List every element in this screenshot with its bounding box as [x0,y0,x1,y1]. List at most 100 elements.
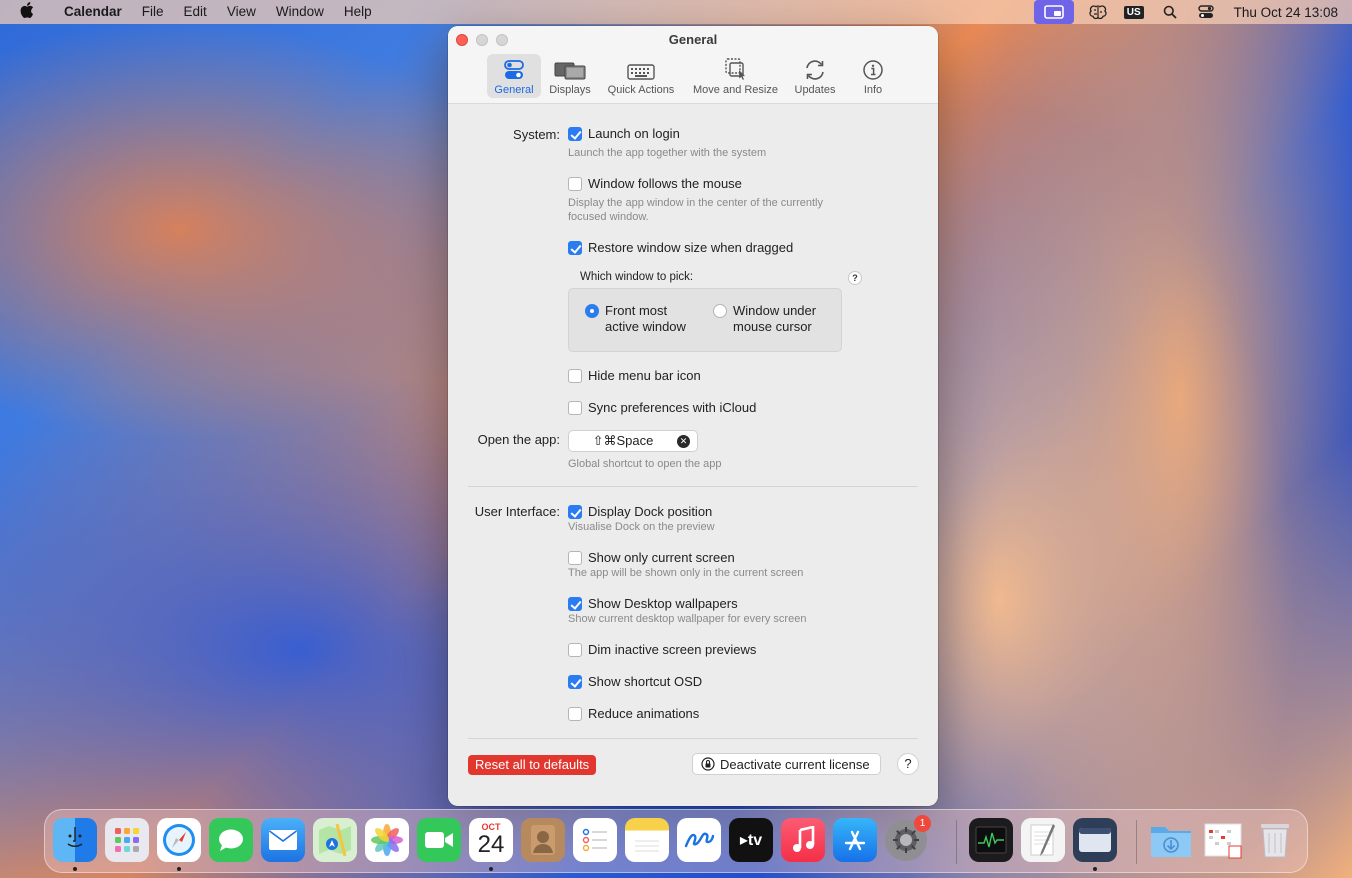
tab-updates-label: Updates [794,84,836,96]
envelope-icon [269,830,297,850]
app-window-icon [1079,828,1111,852]
dock-notes[interactable] [625,818,669,862]
menu-edit[interactable]: Edit [174,0,217,24]
window-follows-mouse-label[interactable]: Window follows the mouse [588,176,742,191]
dim-inactive-checkbox[interactable] [568,643,582,657]
launch-on-login-checkbox[interactable] [568,127,582,141]
display-dock-label[interactable]: Display Dock position [588,504,712,519]
tab-move-resize[interactable]: Move and Resize [688,54,783,98]
dock-running-indicator [73,867,77,871]
front-most-radio[interactable] [585,304,599,318]
shortcut-recorder[interactable]: ⇧⌘Space ✕ [568,430,698,452]
tab-info-label: Info [863,84,883,96]
keyboard-layout-indicator[interactable]: US [1116,0,1152,24]
calendar-stack-icon [1204,823,1242,859]
display-dock-checkbox[interactable] [568,505,582,519]
section-divider [468,486,918,487]
dim-inactive-label[interactable]: Dim inactive screen previews [588,642,756,657]
sync-icloud-checkbox[interactable] [568,401,582,415]
deactivate-license-button[interactable]: Deactivate current license [692,753,881,775]
hide-menu-bar-icon-checkbox[interactable] [568,369,582,383]
menu-file[interactable]: File [132,0,174,24]
pen-paper-icon [1030,824,1055,856]
tab-info[interactable]: Info [852,54,894,98]
tab-general[interactable]: General [487,54,541,98]
menu-app-name[interactable]: Calendar [54,0,132,24]
window-under-cursor-radio[interactable] [713,304,727,318]
hide-menu-bar-icon-label[interactable]: Hide menu bar icon [588,368,701,383]
dock-activity-monitor[interactable] [969,818,1013,862]
dock-freeform[interactable] [677,818,721,862]
dock-trash[interactable] [1253,818,1297,862]
toggles-icon [487,54,541,81]
front-most-label[interactable]: Front most active window [605,303,686,335]
dock-calendar-stack[interactable] [1201,818,1245,862]
dock-system-settings[interactable]: 1 [885,815,931,861]
window-title: General [668,32,718,47]
front-most-label-line2: active window [605,319,686,334]
dock-launchpad[interactable] [105,818,149,862]
reset-defaults-button[interactable]: Reset all to defaults [468,755,597,775]
apple-tv-icon: ▸tv [739,832,763,849]
window-under-cursor-label-line1: Window under [733,303,817,318]
footer-help-button[interactable]: ? [897,753,919,775]
dock-facetime[interactable] [417,818,461,862]
window-titlebar: General General Displays Quick Actions M… [448,26,938,104]
launch-on-login-label[interactable]: Launch on login [588,126,680,141]
dock-preview-app[interactable] [1073,818,1117,862]
tab-quick-actions[interactable]: Quick Actions [602,54,680,98]
menu-help[interactable]: Help [334,0,382,24]
dock-running-indicator [489,867,493,871]
window-under-cursor-label[interactable]: Window under mouse cursor [733,303,816,335]
spotlight-search-icon[interactable] [1152,0,1188,24]
control-center-icon[interactable] [1188,0,1224,24]
general-pane: System: Launch on login Launch the app t… [448,105,938,805]
menu-bar-clock[interactable]: Thu Oct 24 13:08 [1224,5,1352,20]
notes-lines-icon [635,840,659,852]
system-section-label: System: [513,127,560,142]
tab-displays[interactable]: Displays [544,54,596,98]
scribble-icon [684,832,715,848]
tab-quick-actions-label: Quick Actions [607,84,675,96]
photos-flower-icon [371,824,403,856]
dock-tv[interactable]: ▸tv [729,818,773,862]
dock-mail[interactable] [261,818,305,862]
dock-maps[interactable] [313,818,357,862]
sync-icloud-label[interactable]: Sync preferences with iCloud [588,400,756,415]
menu-window[interactable]: Window [266,0,334,24]
shortcut-osd-checkbox[interactable] [568,675,582,689]
dock-music[interactable] [781,818,825,862]
app-status-icon[interactable] [1033,0,1074,24]
apple-menu-icon[interactable] [0,2,54,22]
brain-icon[interactable] [1080,0,1116,24]
desktop-wallpapers-checkbox[interactable] [568,597,582,611]
dock-downloads[interactable] [1149,818,1193,862]
shortcut-osd-label[interactable]: Show shortcut OSD [588,674,702,689]
desktop-wallpapers-desc: Show current desktop wallpaper for every… [568,613,807,625]
dock-app-store[interactable] [833,818,877,862]
menu-view[interactable]: View [217,0,266,24]
which-window-label: Which window to pick: [580,271,694,283]
reduce-animations-label[interactable]: Reduce animations [588,706,699,721]
compass-icon [163,824,195,856]
dock-finder[interactable] [53,818,97,862]
window-follows-mouse-checkbox[interactable] [568,177,582,191]
restore-window-size-label[interactable]: Restore window size when dragged [588,240,793,255]
dock-textedit[interactable] [1021,818,1065,862]
dock-messages[interactable] [209,818,253,862]
clear-shortcut-icon[interactable]: ✕ [677,434,690,448]
dock-safari[interactable] [157,818,201,862]
only-current-screen-checkbox[interactable] [568,551,582,565]
dock-reminders[interactable] [573,818,617,862]
only-current-screen-label[interactable]: Show only current screen [588,550,735,565]
desktop-wallpapers-label[interactable]: Show Desktop wallpapers [588,596,738,611]
restore-window-size-checkbox[interactable] [568,241,582,255]
dock-photos[interactable] [365,818,409,862]
shortcut-keys: ⇧⌘Space [592,433,654,448]
dock-calendar[interactable]: OCT 24 [469,818,513,862]
dock-contacts[interactable] [521,818,565,862]
tab-updates[interactable]: Updates [790,54,840,98]
which-window-help-button[interactable]: ? [848,271,862,285]
finder-icon [67,827,83,848]
reduce-animations-checkbox[interactable] [568,707,582,721]
